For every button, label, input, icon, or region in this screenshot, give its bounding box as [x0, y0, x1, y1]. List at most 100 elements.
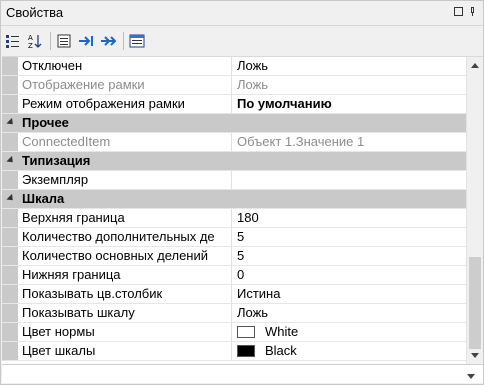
category-gutter — [2, 114, 18, 132]
panel-title: Свойства — [6, 5, 64, 20]
property-grid-rows: Отключен Ложь Отображение рамки Ложь Режим о… — [2, 57, 466, 364]
property-name: Количество дополнительных де — [18, 228, 232, 246]
row-gutter — [2, 304, 18, 322]
property-value[interactable]: Ложь — [232, 76, 466, 94]
row-gutter — [2, 266, 18, 284]
property-value[interactable]: Black — [232, 342, 466, 360]
alphabetical-sort-button[interactable]: A Z — [25, 31, 45, 51]
property-value-text: 5 — [237, 229, 245, 244]
row-gutter — [2, 57, 18, 75]
description-scroll-down-icon[interactable] — [467, 374, 475, 379]
category-name: Типизация — [22, 153, 91, 168]
category-name: Прочее — [22, 115, 69, 130]
property-value[interactable] — [232, 171, 466, 189]
svg-text:Z: Z — [28, 42, 33, 49]
collapse-arrow-icon[interactable] — [6, 193, 16, 204]
category-row[interactable]: Типизация — [2, 152, 466, 171]
property-value[interactable]: 5 — [232, 247, 466, 265]
property-value[interactable]: Истина — [232, 285, 466, 303]
property-value[interactable]: 0 — [232, 266, 466, 284]
property-row[interactable]: Отключен Ложь — [2, 57, 466, 76]
toolbar-separator — [50, 32, 51, 50]
property-row[interactable]: Цвет шкалы Black — [2, 342, 466, 361]
property-value-text: White — [265, 324, 299, 339]
category-gutter — [2, 190, 18, 208]
property-name: ConnectedItem — [18, 133, 232, 151]
property-pages-button[interactable] — [127, 31, 147, 51]
property-name: Режим отображения рамки — [18, 95, 232, 113]
property-value-text: Истина — [237, 286, 281, 301]
property-value-text: По умолчанию — [237, 96, 332, 111]
property-row[interactable]: Режим отображения рамки По умолчанию — [2, 95, 466, 114]
properties-icon — [57, 34, 71, 48]
property-name: Нижняя граница — [18, 266, 232, 284]
property-value-text: 180 — [237, 210, 259, 225]
categorized-view-button[interactable] — [3, 31, 23, 51]
property-value-text: Ложь — [237, 58, 269, 73]
scroll-thumb[interactable] — [469, 257, 481, 349]
property-row[interactable]: ConnectedItem Объект 1.Значение 1 — [2, 133, 466, 152]
arrow-right-icon — [79, 36, 93, 46]
toolbar-separator — [123, 32, 124, 50]
scroll-down-icon[interactable] — [471, 353, 479, 358]
category-row[interactable]: Прочее — [2, 114, 466, 133]
row-gutter — [2, 228, 18, 246]
property-row[interactable]: Показывать цв.столбик Истина — [2, 285, 466, 304]
property-value[interactable]: Объект 1.Значение 1 — [232, 133, 466, 151]
events-button[interactable] — [76, 31, 96, 51]
property-row[interactable]: Цвет нормы White — [2, 323, 466, 342]
property-value[interactable]: По умолчанию — [232, 95, 466, 113]
panel-titlebar: Свойства — [1, 1, 483, 26]
property-name: Отключен — [18, 57, 232, 75]
property-value[interactable]: Ложь — [232, 57, 466, 75]
property-row[interactable]: Верхняя граница 180 — [2, 209, 466, 228]
color-swatch — [237, 326, 255, 338]
property-row[interactable]: Нижняя граница 0 — [2, 266, 466, 285]
property-value[interactable]: 5 — [232, 228, 466, 246]
property-value-text: Объект 1.Значение 1 — [237, 134, 365, 149]
methods-button[interactable] — [98, 31, 118, 51]
property-pages-icon — [129, 34, 145, 48]
property-row[interactable]: Экземпляр — [2, 171, 466, 190]
properties-toolbar: A Z — [1, 27, 483, 55]
property-value[interactable]: Ложь — [232, 304, 466, 322]
row-gutter — [2, 76, 18, 94]
properties-panel: Свойства A Z Отключен Ложь Отображение р… — [0, 0, 484, 385]
category-name: Шкала — [22, 191, 65, 206]
categorized-icon — [6, 35, 19, 48]
row-gutter — [2, 133, 18, 151]
property-row[interactable]: Количество дополнительных де 5 — [2, 228, 466, 247]
property-value-text: Ложь — [237, 305, 269, 320]
property-row[interactable]: Количество основных делений 5 — [2, 247, 466, 266]
pin-icon[interactable] — [468, 7, 477, 16]
category-gutter — [2, 152, 18, 170]
description-area — [2, 364, 483, 383]
property-value[interactable]: White — [232, 323, 466, 341]
property-name: Показывать цв.столбик — [18, 285, 232, 303]
svg-text:A: A — [28, 34, 33, 42]
property-row[interactable]: Показывать шкалу Ложь — [2, 304, 466, 323]
color-swatch — [237, 345, 255, 357]
property-grid: Отключен Ложь Отображение рамки Ложь Режим о… — [2, 56, 483, 364]
row-gutter — [2, 323, 18, 341]
collapse-arrow-icon[interactable] — [6, 155, 16, 166]
restore-icon[interactable] — [454, 7, 463, 16]
properties-button[interactable] — [54, 31, 74, 51]
property-row[interactable]: Отображение рамки Ложь — [2, 76, 466, 95]
property-name: Количество основных делений — [18, 247, 232, 265]
collapse-arrow-icon[interactable] — [6, 117, 16, 128]
property-value[interactable]: 180 — [232, 209, 466, 227]
property-value-text: Black — [265, 343, 297, 358]
property-value-text: Ложь — [237, 77, 269, 92]
property-value-text: 5 — [237, 248, 245, 263]
row-gutter — [2, 209, 18, 227]
scroll-up-icon[interactable] — [471, 63, 479, 68]
property-name: Отображение рамки — [18, 76, 232, 94]
double-arrow-icon — [101, 36, 116, 46]
row-gutter — [2, 342, 18, 360]
sort-az-icon: A Z — [28, 34, 42, 49]
vertical-scrollbar[interactable] — [466, 57, 483, 364]
property-name: Верхняя граница — [18, 209, 232, 227]
property-name: Цвет нормы — [18, 323, 232, 341]
category-row[interactable]: Шкала — [2, 190, 466, 209]
